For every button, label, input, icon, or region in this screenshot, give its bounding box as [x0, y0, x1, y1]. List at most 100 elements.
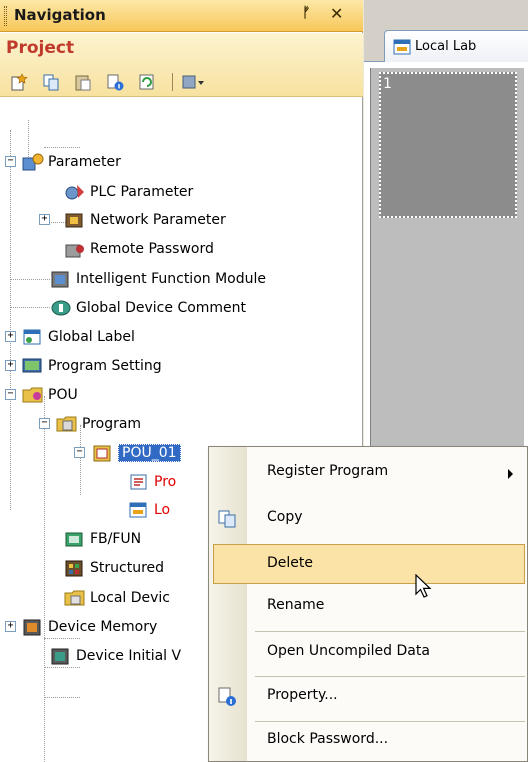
property-icon — [218, 687, 236, 706]
tree-item-program[interactable]: Program — [56, 412, 141, 436]
menu-item-label: Open Uncompiled Data — [267, 643, 430, 659]
paste-icon[interactable] — [74, 73, 92, 91]
remote-password-icon — [65, 244, 84, 258]
device-initial-value-icon — [51, 648, 69, 665]
menu-item-block-password[interactable]: Block Password... — [209, 721, 527, 761]
tree-item-program-setting[interactable]: Program Setting — [22, 354, 162, 378]
local-device-icon — [64, 590, 85, 606]
local-label-icon — [393, 39, 411, 54]
menu-item-register-program[interactable]: Register Program — [209, 453, 527, 493]
tree-item-pou-01[interactable]: POU_01 — [92, 441, 181, 465]
plc-parameter-icon — [65, 185, 84, 200]
collapse-toggle[interactable]: − — [74, 447, 85, 458]
expand-toggle[interactable]: + — [39, 214, 50, 225]
tree-item-label: Program Setting — [48, 358, 162, 374]
module-icon — [51, 271, 69, 288]
menu-item-label: Rename — [267, 597, 325, 613]
collapse-toggle[interactable]: − — [39, 418, 50, 429]
menu-item-rename[interactable]: Rename — [209, 587, 527, 627]
copy-icon[interactable] — [42, 73, 60, 91]
tree-item-plc-parameter[interactable]: PLC Parameter — [64, 180, 193, 204]
navigation-header: Navigation ᚠ ✕ — [0, 0, 363, 32]
menu-item-copy[interactable]: Copy — [209, 499, 527, 539]
tree-item-local-label[interactable]: Lo — [128, 498, 170, 522]
tree-item-global-label[interactable]: Global Label — [22, 325, 135, 349]
tree-line — [44, 147, 80, 148]
menu-item-property[interactable]: Property... — [209, 677, 527, 717]
expand-toggle[interactable]: + — [5, 621, 16, 632]
collapse-toggle[interactable]: − — [5, 156, 16, 167]
expand-toggle[interactable]: + — [5, 331, 16, 342]
tree-item-pou[interactable]: POU — [22, 383, 78, 407]
tree-item-label: POU_01 — [118, 444, 181, 462]
tree-line — [10, 130, 11, 510]
mouse-cursor-icon — [415, 574, 432, 598]
tree-item-local-device[interactable]: Local Devic — [64, 586, 170, 610]
tree-line — [10, 279, 50, 280]
device-memory-icon — [23, 619, 41, 636]
menu-item-label: Register Program — [267, 463, 389, 479]
tree-item-device-initial-value[interactable]: Device Initial V — [50, 644, 181, 668]
global-label-icon — [23, 329, 41, 345]
tree-item-label: Device Memory — [48, 619, 158, 635]
project-title: Project — [6, 38, 75, 58]
property-icon[interactable] — [106, 73, 124, 91]
menu-item-delete[interactable]: Delete — [213, 544, 525, 584]
tree-item-label: Device Initial V — [76, 648, 182, 664]
pin-icon[interactable]: ᚠ — [302, 5, 310, 21]
filter-icon[interactable] — [182, 73, 208, 91]
menu-item-label: Block Password... — [267, 731, 389, 747]
expand-toggle[interactable]: + — [5, 360, 16, 371]
tree-line — [44, 396, 45, 762]
menu-item-label: Property... — [267, 687, 338, 703]
new-data-icon[interactable] — [10, 73, 28, 91]
tree-line — [44, 697, 80, 698]
program-folder-icon — [56, 416, 77, 432]
submenu-arrow-icon — [508, 469, 513, 479]
tree-item-structured[interactable]: Structured — [64, 556, 164, 580]
tree-item-label: Global Label — [48, 329, 135, 345]
tree-item-remote-password[interactable]: Remote Password — [64, 237, 214, 261]
close-icon[interactable]: ✕ — [330, 4, 343, 23]
tree-item-device-memory[interactable]: Device Memory — [22, 615, 157, 639]
tree-item-label: Structured — [90, 560, 165, 576]
refresh-icon[interactable] — [138, 73, 156, 91]
tree-item-label: POU — [48, 387, 78, 403]
program-body-icon — [130, 474, 147, 490]
context-menu: Register Program Copy Delete Rename Open… — [208, 446, 528, 762]
line-number: 1 — [383, 76, 392, 92]
pou-folder-icon — [22, 387, 43, 403]
program-block-icon — [93, 445, 111, 462]
tree-item-label: Lo — [154, 502, 171, 518]
tree-item-global-device-comment[interactable]: Global Device Comment — [50, 296, 246, 320]
menu-item-open-uncompiled-data[interactable]: Open Uncompiled Data — [209, 633, 527, 673]
local-label-icon — [129, 502, 147, 518]
menu-item-label: Copy — [267, 509, 303, 525]
menu-separator — [255, 631, 525, 632]
ladder-cursor-cell[interactable] — [379, 72, 517, 218]
collapse-toggle[interactable]: − — [5, 389, 16, 400]
tree-item-network-parameter[interactable]: Network Parameter — [64, 208, 226, 232]
parameter-icon — [22, 153, 44, 171]
tab-local-label[interactable]: Local Lab — [384, 30, 528, 62]
tree-item-fb-fun[interactable]: FB/FUN — [64, 527, 141, 551]
tab-label: Local Lab — [415, 39, 477, 54]
project-bar: Project — [0, 33, 363, 97]
tree-item-label: Program — [82, 416, 142, 432]
tree-item-program-body[interactable]: Pro — [128, 470, 176, 494]
tree-item-label: Pro — [154, 474, 177, 490]
device-comment-icon — [51, 300, 71, 316]
tree-item-label: Local Devic — [90, 590, 171, 606]
copy-icon — [218, 510, 236, 528]
tab-strip: Local Lab — [364, 0, 528, 62]
tree-item-label: FB/FUN — [90, 531, 142, 547]
tree-item-label: Remote Password — [90, 241, 214, 257]
tree-item-label: Global Device Comment — [76, 300, 247, 316]
toolbar-separator — [172, 73, 173, 91]
tree-line — [10, 307, 50, 308]
drag-grip-icon[interactable] — [4, 6, 7, 26]
tree-item-parameter[interactable]: Parameter — [22, 150, 121, 174]
tree-item-intelligent-function-module[interactable]: Intelligent Function Module — [50, 267, 266, 291]
menu-item-label: Delete — [267, 555, 313, 571]
structured-data-icon — [65, 560, 83, 577]
